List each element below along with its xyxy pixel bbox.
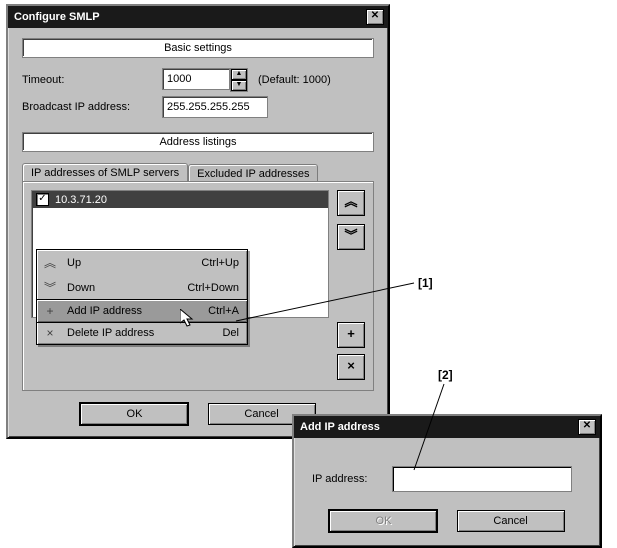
menu-item-add-ip[interactable]: + Add IP address Ctrl+A — [36, 299, 248, 323]
close-icon[interactable]: ✕ — [578, 419, 596, 435]
timeout-input[interactable] — [162, 68, 230, 90]
ip-listbox[interactable]: ✓ 10.3.71.20 ︽ Up Ctrl+Up ︾ — [31, 190, 329, 318]
configure-smlp-dialog: Configure SMLP ✕ Basic settings Timeout:… — [6, 4, 390, 439]
titlebar[interactable]: Configure SMLP ✕ — [8, 6, 388, 28]
move-down-button[interactable]: ︾ — [337, 224, 365, 250]
menu-item-down[interactable]: ︾ Down Ctrl+Down — [37, 275, 247, 300]
basic-settings-header: Basic settings — [22, 38, 374, 58]
dialog-title: Configure SMLP — [14, 11, 100, 23]
callout-1: [1] — [418, 276, 433, 290]
dialog-title: Add IP address — [300, 421, 380, 433]
cancel-button[interactable]: Cancel — [457, 510, 565, 532]
ip-address-label: IP address: — [312, 473, 392, 485]
add-ip-dialog: Add IP address ✕ IP address: OK Cancel — [292, 414, 602, 548]
ip-address-input[interactable] — [392, 466, 572, 492]
spin-down-icon[interactable]: ▼ — [231, 80, 247, 91]
checkbox-icon[interactable]: ✓ — [36, 193, 49, 206]
timeout-label: Timeout: — [22, 74, 162, 86]
timeout-default-text: (Default: 1000) — [258, 74, 331, 86]
spin-up-icon[interactable]: ▲ — [231, 69, 247, 80]
menu-item-delete-ip[interactable]: × Delete IP address Del — [37, 322, 247, 344]
move-top-button[interactable]: ︽ — [337, 190, 365, 216]
chevron-double-up-icon: ︽ — [41, 254, 59, 271]
timeout-spinner[interactable]: ▲ ▼ — [230, 68, 248, 92]
callout-2: [2] — [438, 368, 453, 382]
add-button[interactable]: + — [337, 322, 365, 348]
list-item-label: 10.3.71.20 — [55, 194, 107, 206]
chevron-double-down-icon: ︾ — [41, 279, 59, 296]
titlebar[interactable]: Add IP address ✕ — [294, 416, 600, 438]
context-menu: ︽ Up Ctrl+Up ︾ Down Ctrl+Down + — [36, 249, 248, 345]
ok-button[interactable]: OK — [329, 510, 437, 532]
broadcast-label: Broadcast IP address: — [22, 101, 162, 113]
menu-item-up[interactable]: ︽ Up Ctrl+Up — [37, 250, 247, 275]
broadcast-input[interactable] — [162, 96, 268, 118]
remove-button[interactable]: × — [337, 354, 365, 380]
close-icon[interactable]: ✕ — [366, 9, 384, 25]
address-listings-header: Address listings — [22, 132, 374, 152]
plus-icon: + — [41, 304, 59, 318]
delete-icon: × — [41, 326, 59, 340]
list-item[interactable]: ✓ 10.3.71.20 — [32, 191, 328, 208]
tab-smlp-servers[interactable]: IP addresses of SMLP servers — [22, 163, 188, 182]
ok-button[interactable]: OK — [80, 403, 188, 425]
tab-panel: ✓ 10.3.71.20 ︽ Up Ctrl+Up ︾ — [22, 181, 374, 391]
